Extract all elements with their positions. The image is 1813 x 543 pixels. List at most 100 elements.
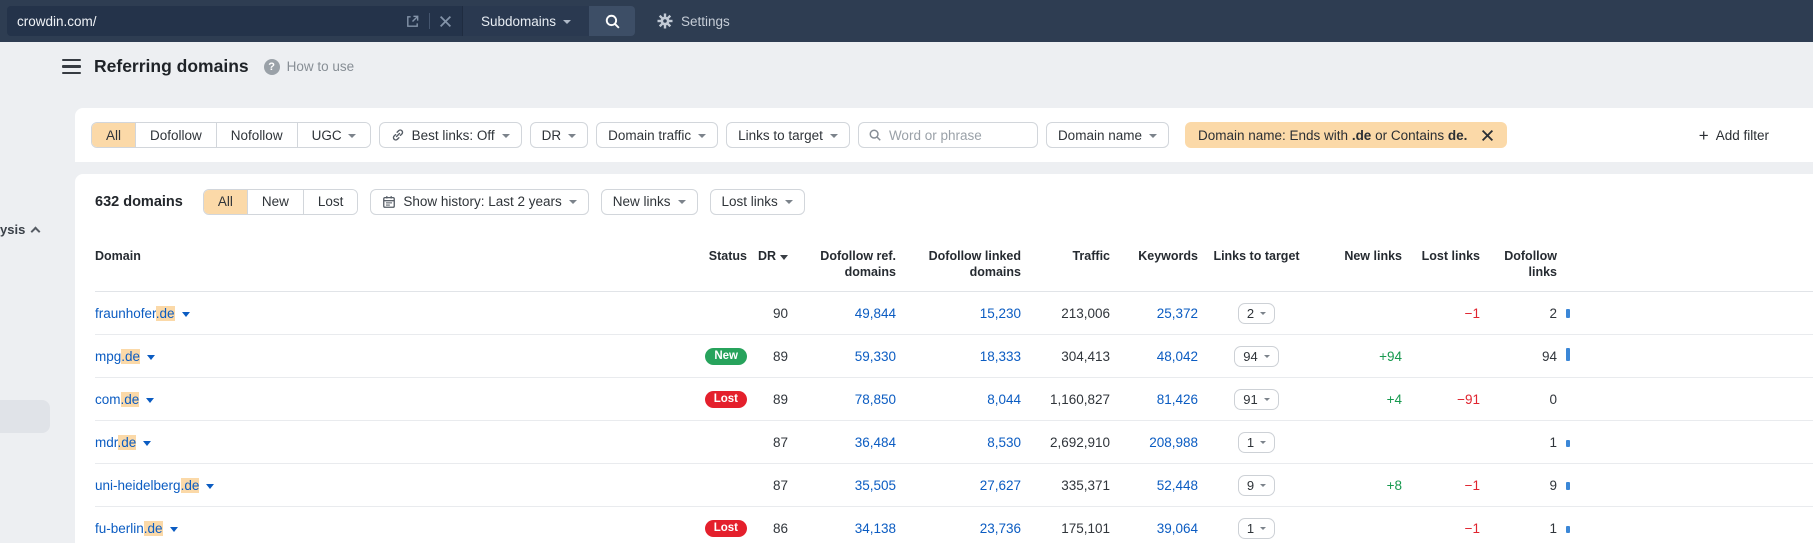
column-header-dofollow-links[interactable]: Dofollow links xyxy=(1480,245,1557,281)
sidebar-item-analysis-cutoff[interactable]: ysis xyxy=(0,222,41,237)
chevron-down-icon[interactable] xyxy=(169,526,178,532)
keywords-link[interactable]: 25,372 xyxy=(1157,306,1198,321)
domain-link[interactable]: fu-berlin.de xyxy=(95,520,178,536)
status-segmented-control: All New Lost xyxy=(202,188,359,215)
dofollow-ref-link[interactable]: 49,844 xyxy=(855,306,896,321)
dofollow-ref-link[interactable]: 35,505 xyxy=(855,478,896,493)
filters-panel: All Dofollow Nofollow UGC Best links: Off D… xyxy=(75,108,1813,162)
search-button[interactable] xyxy=(589,6,635,36)
chevron-down-icon[interactable] xyxy=(206,483,215,489)
active-filter-chip[interactable]: Domain name: Ends with .de or Contains d… xyxy=(1184,122,1508,148)
segment-nofollow[interactable]: Nofollow xyxy=(215,123,297,147)
dofollow-linked-link[interactable]: 8,044 xyxy=(987,392,1021,407)
links-to-target-select[interactable]: 1 xyxy=(1237,431,1276,453)
best-links-button[interactable]: Best links: Off xyxy=(378,122,522,148)
remove-filter-button[interactable] xyxy=(1481,129,1494,142)
links-to-target-select[interactable]: 9 xyxy=(1237,474,1276,496)
column-header-dofollow-linked[interactable]: Dofollow linked domains xyxy=(896,245,1021,281)
keywords-cell: 39,064 xyxy=(1110,521,1198,536)
traffic-cell: 304,413 xyxy=(1061,348,1110,364)
links-to-target-select[interactable]: 91 xyxy=(1234,388,1279,410)
target-url-input[interactable]: crowdin.com/ xyxy=(7,6,462,36)
sort-desc-icon xyxy=(780,255,788,260)
domain-link[interactable]: mdr.de xyxy=(95,434,152,450)
show-history-button[interactable]: Show history: Last 2 years xyxy=(370,188,589,215)
domain-traffic-filter-button[interactable]: Domain traffic xyxy=(596,122,719,148)
dofollow-linked-link[interactable]: 18,333 xyxy=(980,349,1021,364)
dr-cell: 89 xyxy=(772,348,788,364)
chevron-down-icon[interactable] xyxy=(143,440,152,446)
dofollow-linked-cell: 23,736 xyxy=(896,521,1021,536)
dofollow-linked-link[interactable]: 8,530 xyxy=(987,435,1021,450)
dofollow-ref-link[interactable]: 34,138 xyxy=(855,521,896,536)
dofollow-ref-link[interactable]: 59,330 xyxy=(855,349,896,364)
keywords-link[interactable]: 81,426 xyxy=(1157,392,1198,407)
menu-icon[interactable] xyxy=(62,58,81,75)
domain-link[interactable]: fraunhofer.de xyxy=(95,305,190,321)
dr-filter-button[interactable]: DR xyxy=(529,122,589,148)
dofollow-linked-link[interactable]: 15,230 xyxy=(980,306,1021,321)
new-links-label: New links xyxy=(612,194,671,209)
segment-lost[interactable]: Lost xyxy=(302,189,358,214)
keywords-link[interactable]: 208,988 xyxy=(1149,435,1198,450)
domain-link[interactable]: mpg.de xyxy=(95,348,156,364)
dofollow-linked-link[interactable]: 27,627 xyxy=(980,478,1021,493)
active-filter-text: Domain name: Ends with .de or Contains d… xyxy=(1197,127,1468,143)
chevron-down-icon[interactable] xyxy=(181,311,190,317)
settings-button[interactable]: Settings xyxy=(657,13,730,29)
domain-link[interactable]: uni-heidelberg.de xyxy=(95,477,215,493)
new-links-dropdown[interactable]: New links xyxy=(600,188,698,215)
dofollow-ref-link[interactable]: 36,484 xyxy=(855,435,896,450)
segment-all[interactable]: All xyxy=(203,189,247,214)
dofollow-ref-link[interactable]: 78,850 xyxy=(855,392,896,407)
segment-all[interactable]: All xyxy=(92,123,136,147)
column-header-new-links[interactable]: New links xyxy=(1315,245,1402,264)
segment-dofollow[interactable]: Dofollow xyxy=(135,123,216,147)
links-to-target-select[interactable]: 2 xyxy=(1237,302,1276,324)
chevron-down-icon xyxy=(1260,441,1267,444)
column-header-dr[interactable]: DR xyxy=(747,245,788,264)
gear-icon xyxy=(657,13,673,29)
chevron-down-icon xyxy=(568,133,577,138)
column-header-domain[interactable]: Domain xyxy=(95,245,661,264)
links-to-target-select[interactable]: 1 xyxy=(1237,517,1276,539)
word-or-phrase-input[interactable]: Word or phrase xyxy=(857,122,1038,148)
keywords-link[interactable]: 48,042 xyxy=(1157,349,1198,364)
segment-new[interactable]: New xyxy=(246,189,303,214)
dofollow-ref-cell: 78,850 xyxy=(788,392,896,407)
links-to-target-select[interactable]: 94 xyxy=(1234,345,1279,367)
column-header-dofollow-ref[interactable]: Dofollow ref. domains xyxy=(788,245,896,281)
column-header-lost-links[interactable]: Lost links xyxy=(1402,245,1480,264)
calendar-icon xyxy=(382,195,396,209)
column-header-links-to-target[interactable]: Links to target xyxy=(1198,245,1315,264)
keywords-link[interactable]: 52,448 xyxy=(1157,478,1198,493)
domain-link[interactable]: com.de xyxy=(95,391,155,407)
chevron-down-icon[interactable] xyxy=(146,397,155,403)
chevron-down-icon[interactable] xyxy=(147,354,156,360)
traffic-cell: 335,371 xyxy=(1061,477,1110,493)
chevron-down-icon xyxy=(829,133,838,138)
keywords-link[interactable]: 39,064 xyxy=(1157,521,1198,536)
table-row: mpg.de New 89 59,330 18,333 304,413 48,042 94 +9… xyxy=(95,335,1813,378)
keywords-cell: 52,448 xyxy=(1110,478,1198,493)
open-external-link-icon[interactable] xyxy=(405,14,420,29)
clear-input-icon[interactable] xyxy=(439,15,452,28)
column-header-traffic[interactable]: Traffic xyxy=(1021,245,1110,264)
column-header-keywords[interactable]: Keywords xyxy=(1110,245,1198,264)
how-to-use-link[interactable]: ? How to use xyxy=(263,58,354,75)
close-icon xyxy=(1481,129,1494,142)
segment-ugc[interactable]: UGC xyxy=(296,123,370,147)
dofollow-links-bar-cell xyxy=(1557,521,1581,536)
sidebar-item-highlight[interactable] xyxy=(0,400,50,433)
keywords-cell: 48,042 xyxy=(1110,349,1198,364)
domain-name-filter-button[interactable]: Domain name xyxy=(1045,122,1169,148)
domain-name: uni-heidelberg xyxy=(95,477,181,493)
lost-links-dropdown[interactable]: Lost links xyxy=(709,188,805,215)
domain-suffix-highlight: .de xyxy=(180,477,200,493)
links-to-target-filter-button[interactable]: Links to target xyxy=(726,122,850,148)
column-header-status[interactable]: Status xyxy=(661,245,747,264)
scope-mode-dropdown[interactable]: Subdomains xyxy=(462,6,589,36)
links-to-target-label: Links to target xyxy=(738,127,823,143)
add-filter-button[interactable]: + Add filter xyxy=(1699,127,1769,144)
dofollow-linked-link[interactable]: 23,736 xyxy=(980,521,1021,536)
